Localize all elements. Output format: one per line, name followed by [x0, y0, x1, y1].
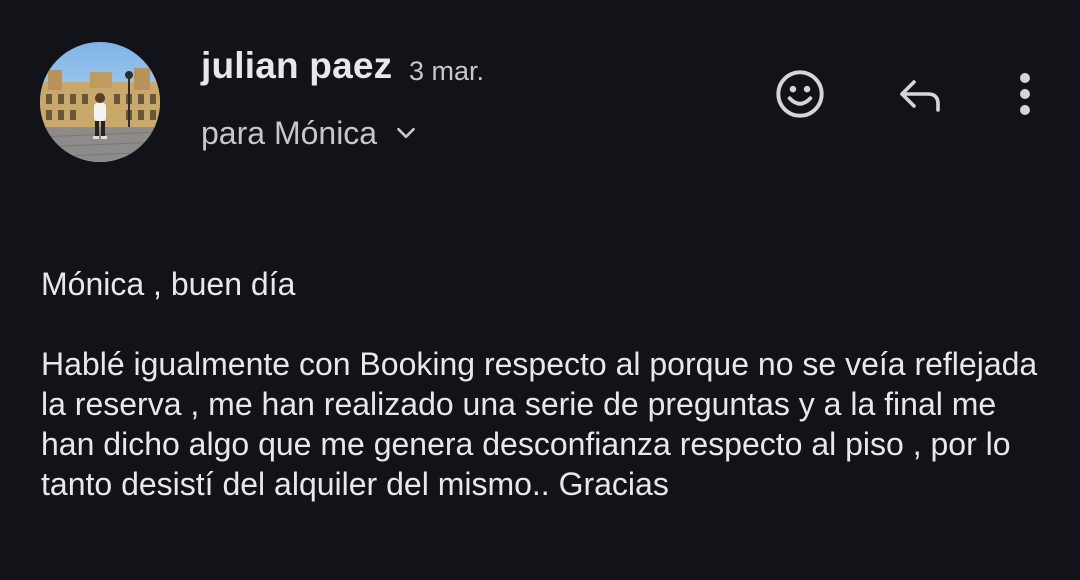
email-date: 3 mar.	[409, 56, 485, 86]
sender-name[interactable]: julian paez	[201, 45, 392, 87]
recipient-details-toggle[interactable]: para Mónica	[201, 113, 419, 153]
email-message: Hablé igualmente con Booking respecto al…	[41, 346, 1038, 502]
avatar-photo	[40, 42, 160, 162]
recipient-label: para Mónica	[201, 114, 378, 151]
email-view: julian paez 3 mar. para Mónica Mónica , …	[0, 0, 1080, 580]
smiley-face-icon	[776, 70, 824, 118]
reply-button[interactable]	[890, 64, 950, 124]
add-reaction-button[interactable]	[770, 64, 830, 124]
email-body: Mónica , buen día Hablé igualmente con B…	[41, 264, 1041, 504]
email-greeting: Mónica , buen día	[41, 266, 296, 302]
reply-arrow-icon	[900, 80, 940, 112]
chevron-down-icon	[397, 127, 415, 139]
more-vertical-icon	[1020, 73, 1030, 115]
sender-avatar[interactable]	[40, 42, 160, 162]
more-options-button[interactable]	[1000, 64, 1050, 124]
